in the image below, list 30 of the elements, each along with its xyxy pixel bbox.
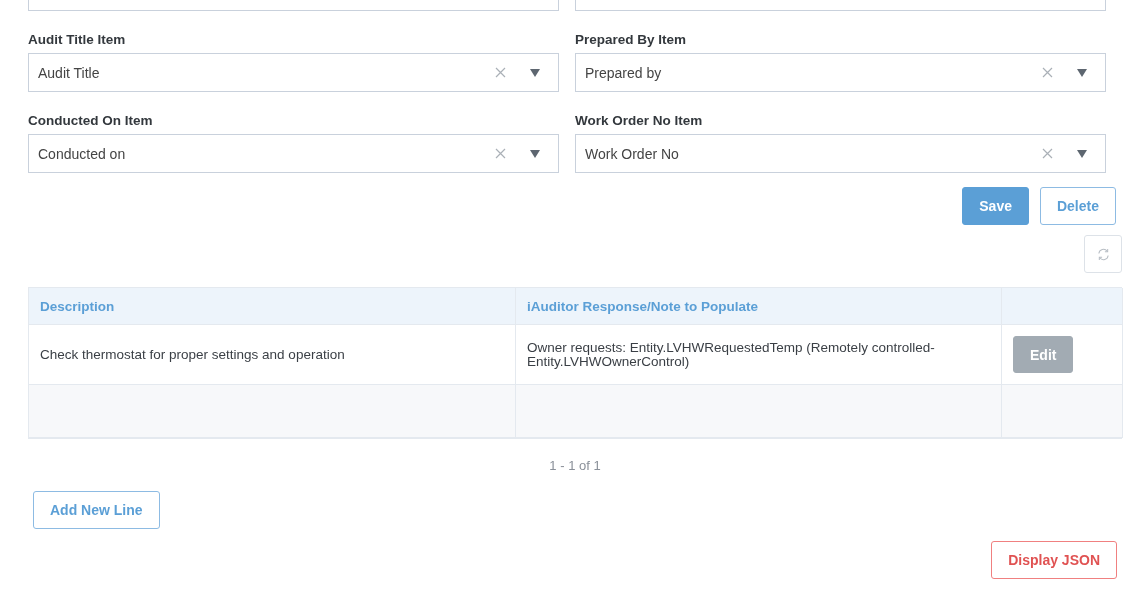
select-field[interactable]	[575, 0, 1106, 11]
caret-icon[interactable]	[1077, 68, 1087, 77]
field-label: Prepared By Item	[575, 32, 688, 48]
table-cell: Check thermostat for proper settings and operation	[29, 325, 516, 385]
field-label: Conducted On Item	[28, 113, 154, 129]
select-field[interactable]: Prepared by	[575, 53, 1106, 92]
delete-button[interactable]: Delete	[1039, 187, 1116, 225]
select-field[interactable]: Conducted on	[28, 134, 559, 173]
caret-icon[interactable]	[530, 68, 540, 77]
clear-icon[interactable]	[495, 67, 506, 78]
add-line-button[interactable]: Add New Line	[33, 491, 160, 529]
table-cell: Owner requests: Entity.LVHWRequestedTemp (Remotely controlled-Entity.LVHWOwnerControl)	[516, 325, 1002, 385]
clear-icon[interactable]	[1042, 148, 1053, 159]
edit-button[interactable]: Edit	[1013, 336, 1074, 373]
clear-icon[interactable]	[1042, 67, 1053, 78]
caret-icon[interactable]	[1077, 149, 1087, 158]
column-header: iAuditor Response/Note to Populate	[516, 288, 1002, 325]
field-label: Work Order No Item	[575, 113, 704, 129]
clear-icon[interactable]	[495, 148, 506, 159]
field-label: Audit Title Item	[28, 32, 127, 48]
refresh-button[interactable]	[1084, 235, 1122, 273]
select-field[interactable]: Audit Title	[28, 53, 559, 92]
select-field[interactable]	[28, 0, 559, 11]
column-header: Description	[29, 288, 516, 325]
pagination-info: 1 - 1 of 1	[548, 458, 602, 473]
refresh-icon	[1096, 247, 1110, 261]
caret-icon[interactable]	[530, 149, 540, 158]
display-json-button[interactable]: Display JSON	[991, 541, 1117, 579]
save-button[interactable]: Save	[962, 187, 1029, 225]
select-field[interactable]: Work Order No	[575, 134, 1106, 173]
